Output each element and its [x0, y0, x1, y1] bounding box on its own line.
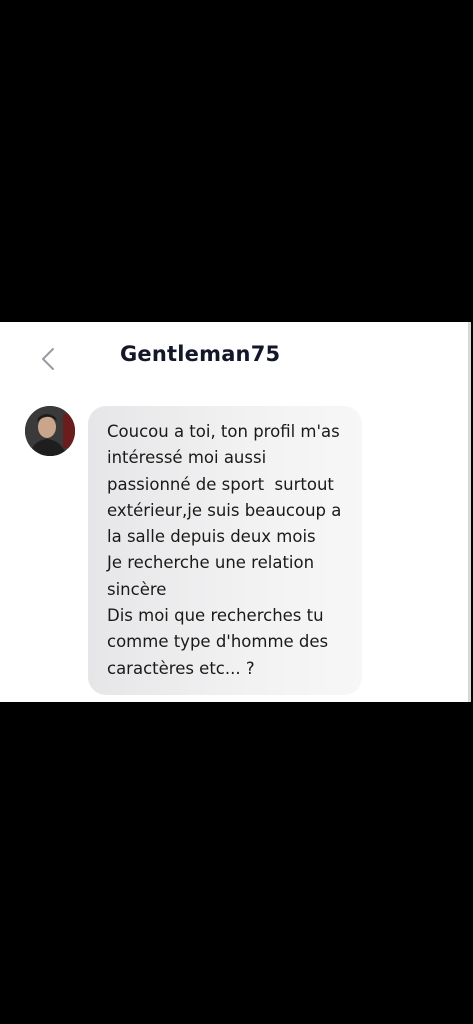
- chevron-left-icon: [34, 344, 64, 374]
- message-line: Coucou a toi, ton profil m'as: [107, 422, 340, 441]
- message-line: Dis moi que recherches tu: [107, 606, 324, 626]
- avatar[interactable]: [25, 406, 75, 456]
- screen: Gentleman75 Coucou a toi, ton profil m'a…: [0, 0, 473, 1024]
- scrollbar[interactable]: [468, 322, 471, 702]
- message-line: sincère: [107, 579, 167, 599]
- message-bubble: Coucou a toi, ton profil m'as intéressé …: [88, 406, 362, 695]
- message-line: la salle depuis deux mois: [107, 527, 316, 547]
- message-line: comme type d'homme des: [107, 632, 329, 652]
- message-line: extérieur,je suis beaucoup a: [107, 500, 342, 520]
- chat-panel: Gentleman75 Coucou a toi, ton profil m'a…: [0, 322, 468, 702]
- message-line: Je recherche une relation: [107, 553, 315, 573]
- message-line: caractères etc... ?: [107, 658, 255, 678]
- back-button[interactable]: [34, 344, 64, 374]
- message-line: passionné de sport surtout: [107, 474, 334, 494]
- message-line: intéressé moi aussi: [107, 448, 267, 468]
- conversation-title: Gentleman75: [120, 342, 281, 366]
